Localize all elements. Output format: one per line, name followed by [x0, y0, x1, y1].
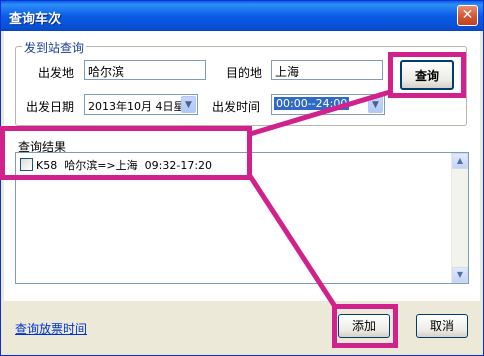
arrow-to-add [247, 174, 339, 310]
arrow-to-query [249, 89, 391, 137]
annotation-arrows [247, 89, 391, 310]
